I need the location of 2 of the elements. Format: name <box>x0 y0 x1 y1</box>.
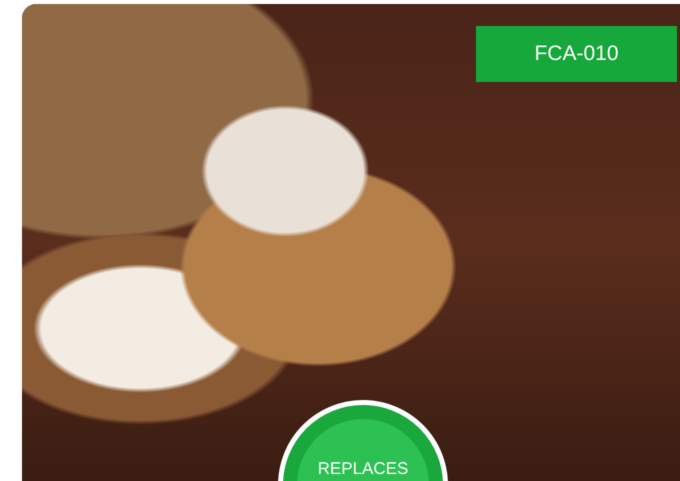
product-code-label: FCA-010 <box>476 26 677 82</box>
replaces-label: REPLACES <box>316 459 410 479</box>
